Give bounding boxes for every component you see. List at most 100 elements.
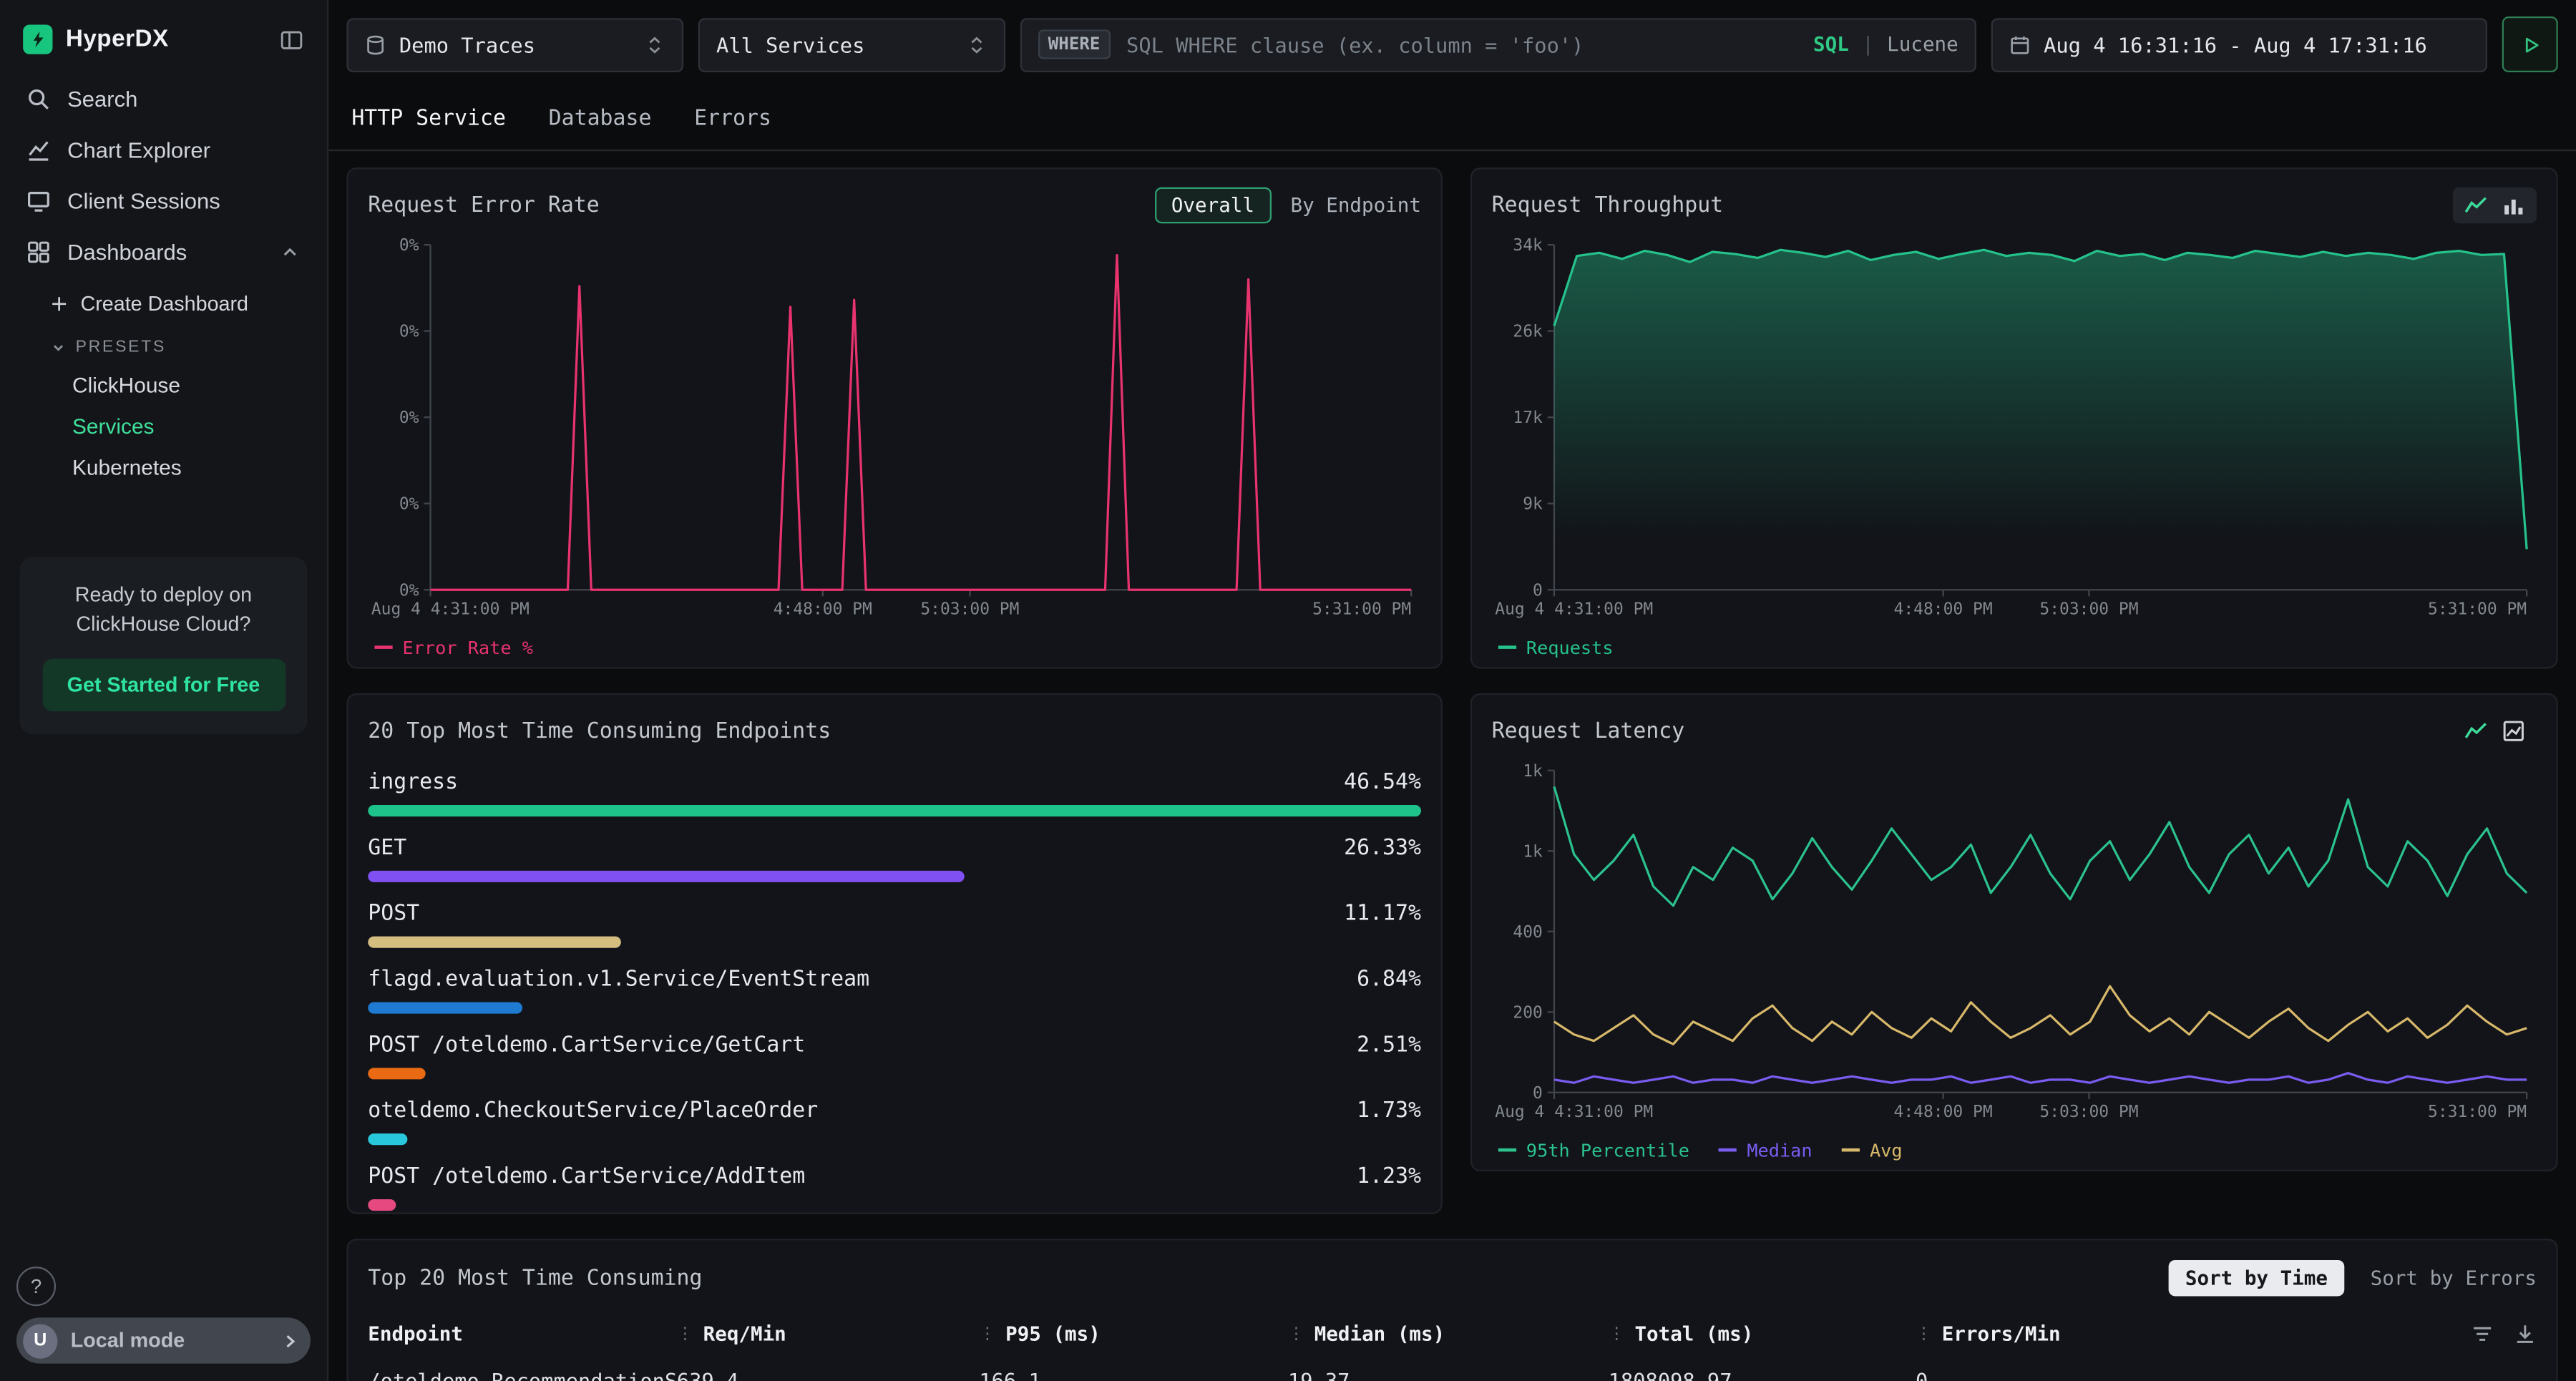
- series-line: [1554, 786, 2527, 905]
- area-chart-icon[interactable]: [2502, 720, 2525, 743]
- column-header[interactable]: ⋮Median (ms): [1288, 1322, 1609, 1345]
- latency-chart[interactable]: 1k1k4002000Aug 4 4:31:00 PM4:48:00 PM5:0…: [1492, 757, 2537, 1125]
- legend-item[interactable]: 95th Percentile: [1498, 1132, 1689, 1163]
- column-header[interactable]: ⋮Req/Min: [677, 1322, 979, 1345]
- svg-text:0: 0: [1533, 1084, 1543, 1103]
- by-endpoint-toggle-button[interactable]: By Endpoint: [1290, 194, 1420, 217]
- select-chevrons-icon: [644, 34, 665, 55]
- brand-row: HyperDX: [0, 0, 327, 74]
- column-header[interactable]: ⋮ Total (ms): [1609, 1322, 1916, 1345]
- svg-text:4:48:00 PM: 4:48:00 PM: [1894, 1103, 1993, 1121]
- table-cell: 0: [1916, 1369, 2537, 1381]
- svg-text:Aug 4 4:31:00 PM: Aug 4 4:31:00 PM: [371, 600, 530, 619]
- column-drag-icon: ⋮: [1609, 1325, 1625, 1343]
- search-input[interactable]: [1123, 30, 1800, 58]
- error-rate-chart-area[interactable]: 0%0%0%0%0%Aug 4 4:31:00 PM4:48:00 PM5:03…: [368, 232, 1421, 623]
- endpoint-label: POST /oteldemo.CartService/GetCart: [368, 1033, 805, 1058]
- sidebar-item-dashboards[interactable]: Dashboards: [0, 227, 327, 278]
- throughput-chart-area[interactable]: 34k26k17k9k0Aug 4 4:31:00 PM4:48:00 PM5:…: [1492, 232, 2537, 623]
- where-search-bar[interactable]: WHERE SQL | Lucene: [1020, 17, 1976, 72]
- column-header-label: Req/Min: [703, 1322, 786, 1345]
- brand-title: HyperDX: [66, 26, 169, 53]
- table-header-icons: [2471, 1322, 2537, 1345]
- error-rate-legend: Error Rate %: [368, 629, 1421, 660]
- legend-item[interactable]: Median: [1719, 1132, 1812, 1163]
- date-range-picker[interactable]: Aug 4 16:31:16 - Aug 4 17:31:16: [1991, 17, 2487, 72]
- endpoint-row[interactable]: GET26.33%: [368, 836, 1421, 882]
- help-button[interactable]: ?: [16, 1267, 56, 1306]
- tab-http-service[interactable]: HTTP Service: [351, 106, 506, 130]
- create-dashboard-button[interactable]: Create Dashboard: [0, 278, 327, 327]
- svg-text:0%: 0%: [399, 323, 419, 341]
- svg-text:5:31:00 PM: 5:31:00 PM: [2428, 1103, 2527, 1121]
- user-menu[interactable]: U Local mode: [16, 1317, 311, 1363]
- endpoint-row[interactable]: flagd.evaluation.v1.Service/EventStream6…: [368, 967, 1421, 1013]
- endpoint-percent: 1.73%: [1357, 1099, 1421, 1123]
- legend-item[interactable]: Avg: [1842, 1132, 1903, 1163]
- sidebar-item-label: Search: [67, 87, 137, 112]
- source-select-value: Demo Traces: [399, 32, 535, 57]
- sidebar: HyperDX Search Chart Explorer Client Ses…: [0, 0, 328, 1381]
- sidebar-item-kubernetes[interactable]: Kubernetes: [0, 446, 327, 487]
- bar-chart-icon[interactable]: [2502, 194, 2525, 217]
- get-started-button[interactable]: Get Started for Free: [42, 659, 286, 711]
- sort-by-errors-button[interactable]: Sort by Errors: [2371, 1267, 2537, 1289]
- sort-by-time-button[interactable]: Sort by Time: [2169, 1260, 2344, 1297]
- legend-label: Requests: [1526, 638, 1614, 659]
- endpoint-label: POST /oteldemo.CartService/AddItem: [368, 1165, 805, 1189]
- service-select[interactable]: All Services: [698, 17, 1005, 72]
- endpoint-row[interactable]: POST /oteldemo.CartService/GetCart2.51%: [368, 1033, 1421, 1079]
- sidebar-item-chart-explorer[interactable]: Chart Explorer: [0, 125, 327, 175]
- series-area: [1554, 250, 2527, 590]
- latency-legend: 95th Percentile Median Avg: [1492, 1132, 2537, 1163]
- column-header-label: Total (ms): [1634, 1322, 1753, 1345]
- sql-mode-toggle[interactable]: SQL: [1813, 33, 1849, 56]
- select-chevrons-icon: [966, 34, 987, 55]
- tab-database[interactable]: Database: [549, 106, 652, 130]
- chevron-down-icon: [49, 338, 67, 356]
- sidebar-item-search[interactable]: Search: [0, 74, 327, 125]
- card-title: Request Error Rate: [368, 193, 599, 218]
- column-header[interactable]: ⋮P95 (ms): [979, 1322, 1288, 1345]
- latency-chart-area[interactable]: 1k1k4002000Aug 4 4:31:00 PM4:48:00 PM5:0…: [1492, 757, 2537, 1125]
- error-rate-chart[interactable]: 0%0%0%0%0%Aug 4 4:31:00 PM4:48:00 PM5:03…: [368, 232, 1421, 623]
- column-settings-icon[interactable]: [2471, 1322, 2494, 1345]
- run-query-button[interactable]: [2502, 16, 2558, 72]
- throughput-chart[interactable]: 34k26k17k9k0Aug 4 4:31:00 PM4:48:00 PM5:…: [1492, 232, 2537, 623]
- download-icon[interactable]: [2514, 1322, 2537, 1345]
- endpoint-bar: [368, 1002, 522, 1014]
- source-select[interactable]: Demo Traces: [346, 17, 683, 72]
- endpoint-row[interactable]: POST /oteldemo.CartService/AddItem1.23%: [368, 1165, 1421, 1211]
- column-header[interactable]: ⋮Errors/Min: [1916, 1322, 2537, 1345]
- column-header[interactable]: Endpoint: [368, 1322, 677, 1345]
- endpoint-row[interactable]: oteldemo.CheckoutService/PlaceOrder1.73%: [368, 1099, 1421, 1145]
- sidebar-item-clickhouse[interactable]: ClickHouse: [0, 365, 327, 406]
- table-cell: 639.4: [677, 1369, 979, 1381]
- legend-item[interactable]: Error Rate %: [374, 629, 533, 660]
- toolbar: Demo Traces All Services WHERE SQL | Luc…: [328, 0, 2576, 87]
- line-chart-icon[interactable]: [2464, 194, 2487, 217]
- line-chart-icon[interactable]: [2464, 720, 2487, 743]
- svg-text:0: 0: [1533, 581, 1543, 600]
- svg-text:34k: 34k: [1513, 236, 1543, 255]
- collapse-sidebar-icon[interactable]: [279, 27, 303, 52]
- legend-label: Avg: [1870, 1140, 1903, 1161]
- legend-dash-icon: [1842, 1148, 1860, 1151]
- endpoint-row[interactable]: ingress46.54%: [368, 771, 1421, 816]
- svg-text:0%: 0%: [399, 581, 419, 600]
- presets-toggle[interactable]: PRESETS: [0, 327, 327, 365]
- endpoint-bar: [368, 1068, 424, 1079]
- legend-item[interactable]: Requests: [1498, 629, 1614, 660]
- tab-errors[interactable]: Errors: [694, 106, 771, 130]
- svg-text:400: 400: [1513, 923, 1542, 942]
- sidebar-item-services[interactable]: Services: [0, 406, 327, 446]
- series-line: [431, 255, 1412, 590]
- lucene-mode-toggle[interactable]: Lucene: [1887, 33, 1958, 56]
- column-header-label: Median (ms): [1314, 1322, 1445, 1345]
- endpoints-list: ingress46.54% GET26.33% POST11.17% flagd.ev…: [368, 771, 1421, 1211]
- overall-toggle-button[interactable]: Overall: [1155, 187, 1271, 224]
- endpoint-label: flagd.evaluation.v1.Service/EventStream: [368, 967, 869, 992]
- sidebar-item-client-sessions[interactable]: Client Sessions: [0, 176, 327, 227]
- endpoint-row[interactable]: POST11.17%: [368, 902, 1421, 947]
- table-row[interactable]: /oteldemo.RecommendationServ639.4166.119…: [368, 1369, 2537, 1381]
